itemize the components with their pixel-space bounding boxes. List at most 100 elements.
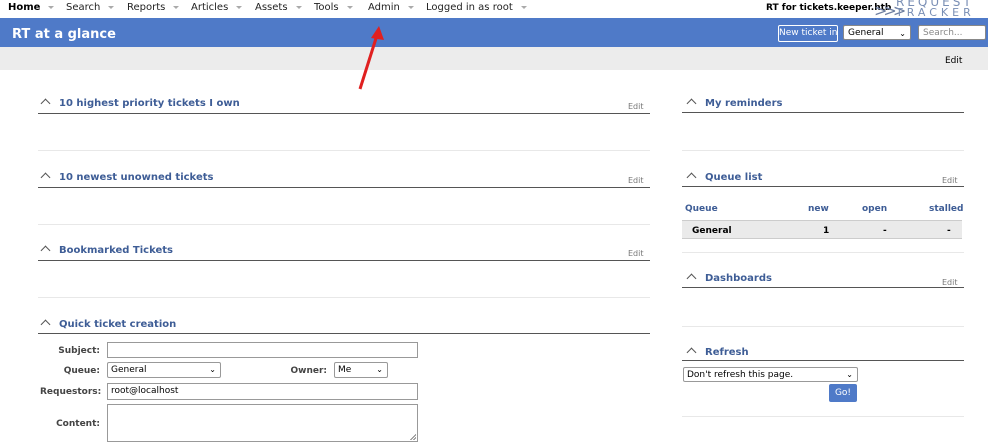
- section-bottom-divider: [682, 416, 964, 417]
- queue-open-cell[interactable]: -: [883, 226, 887, 236]
- page-title: RT at a glance: [12, 27, 116, 42]
- queue-list-header-open[interactable]: open: [862, 204, 887, 214]
- refresh-select-value: Don't refresh this page.: [687, 370, 794, 380]
- menu-articles[interactable]: Articles: [191, 2, 243, 13]
- queue-select[interactable]: General ⌄: [107, 362, 221, 378]
- section-bottom-divider: [38, 150, 650, 151]
- refresh-go-button[interactable]: Go!: [829, 384, 857, 402]
- site-label: RT for tickets.keeper.htb: [766, 3, 892, 13]
- chevron-down-icon: [407, 5, 414, 9]
- queue-list-header-queue[interactable]: Queue: [685, 204, 718, 214]
- collapse-icon: [686, 98, 697, 109]
- queue-stalled-cell[interactable]: -: [947, 226, 951, 236]
- section-queue-list[interactable]: Queue list: [686, 172, 762, 183]
- chevron-down-icon: [236, 5, 243, 9]
- section-divider: [38, 260, 650, 261]
- menu-tools-label: Tools: [314, 2, 339, 13]
- section-bookmarked-edit[interactable]: Edit: [628, 249, 644, 258]
- requestors-input[interactable]: root@localhost: [107, 383, 418, 400]
- section-divider: [38, 187, 650, 188]
- section-divider: [38, 333, 650, 334]
- section-quick-create-title: Quick ticket creation: [59, 319, 177, 330]
- chevron-down-icon: [48, 5, 55, 9]
- table-row[interactable]: General 1 - -: [682, 220, 962, 239]
- page-menu-bar: Edit: [0, 47, 988, 70]
- collapse-icon: [686, 347, 697, 358]
- section-bookmarked-tickets[interactable]: Bookmarked Tickets: [40, 245, 173, 256]
- menu-assets-label: Assets: [255, 2, 288, 13]
- collapse-icon: [40, 245, 51, 256]
- section-reminders-title: My reminders: [705, 98, 783, 109]
- owner-select[interactable]: Me ⌄: [334, 362, 388, 378]
- refresh-interval-select[interactable]: Don't refresh this page. ⌄: [683, 367, 858, 382]
- menu-admin-label: Admin: [368, 2, 400, 13]
- section-priority-tickets[interactable]: 10 highest priority tickets I own: [40, 98, 240, 109]
- chevron-down-icon: [173, 5, 180, 9]
- queue-list-header-stalled[interactable]: stalled: [929, 204, 963, 214]
- queue-list-header-new[interactable]: new: [808, 204, 829, 214]
- section-bottom-divider: [682, 326, 964, 327]
- section-unowned-edit[interactable]: Edit: [628, 176, 644, 185]
- menu-assets[interactable]: Assets: [255, 2, 302, 13]
- menu-tools[interactable]: Tools: [314, 2, 353, 13]
- section-my-reminders[interactable]: My reminders: [686, 98, 782, 109]
- section-bottom-divider: [38, 297, 650, 298]
- top-menu: Home Search Reports Articles Assets Tool…: [0, 0, 988, 20]
- chevron-down-icon: ⌄: [899, 29, 906, 38]
- section-divider: [682, 360, 964, 361]
- section-bottom-divider: [38, 224, 650, 225]
- section-bookmarked-title: Bookmarked Tickets: [59, 245, 173, 256]
- new-ticket-queue-select[interactable]: General ⌄: [843, 25, 911, 40]
- search-input[interactable]: Search...: [918, 25, 986, 40]
- section-divider: [38, 113, 650, 114]
- annotation-arrow-icon: [358, 26, 384, 90]
- rt-logo[interactable]: >>> REQUEST TRACKER: [874, 0, 984, 20]
- owner-select-value: Me: [338, 365, 352, 375]
- chevron-down-icon: ⌄: [209, 365, 216, 374]
- section-unowned-tickets[interactable]: 10 newest unowned tickets: [40, 172, 213, 183]
- queue-name-cell[interactable]: General: [692, 226, 732, 236]
- collapse-icon: [686, 172, 697, 183]
- menu-reports[interactable]: Reports: [127, 2, 180, 13]
- subject-label: Subject:: [58, 346, 100, 356]
- chevron-down-icon: ⌄: [376, 365, 383, 374]
- menu-admin[interactable]: Admin: [368, 2, 414, 13]
- content-textarea[interactable]: [107, 404, 418, 442]
- chevron-down-icon: [346, 5, 353, 9]
- chevron-down-icon: [295, 5, 302, 9]
- chevron-down-icon: ⌄: [846, 370, 853, 379]
- section-quick-ticket-creation[interactable]: Quick ticket creation: [40, 319, 176, 330]
- menu-home-label: Home: [8, 2, 41, 13]
- menu-logged-in[interactable]: Logged in as root: [426, 2, 527, 13]
- chevron-down-icon: [108, 5, 115, 9]
- collapse-icon: [686, 273, 697, 284]
- section-queue-list-edit[interactable]: Edit: [942, 176, 958, 185]
- collapse-icon: [40, 98, 51, 109]
- section-priority-title: 10 highest priority tickets I own: [59, 98, 240, 109]
- requestors-label: Requestors:: [40, 387, 102, 397]
- content-label: Content:: [56, 419, 100, 429]
- queue-new-cell[interactable]: 1: [823, 226, 829, 236]
- menu-logged-in-label: Logged in as root: [426, 2, 513, 13]
- subject-input[interactable]: [107, 342, 418, 358]
- section-dashboards[interactable]: Dashboards: [686, 273, 772, 284]
- chevron-down-icon: [520, 5, 527, 9]
- page-header: RT at a glance New ticket in General ⌄ Se…: [0, 18, 988, 47]
- section-unowned-title: 10 newest unowned tickets: [59, 172, 214, 183]
- section-queue-list-title: Queue list: [705, 172, 763, 183]
- section-divider: [682, 186, 964, 187]
- section-dashboards-edit[interactable]: Edit: [942, 278, 958, 287]
- section-divider: [682, 287, 964, 288]
- new-ticket-button[interactable]: New ticket in: [778, 25, 838, 42]
- owner-label: Owner:: [290, 366, 327, 376]
- resize-grip-icon[interactable]: [410, 434, 416, 440]
- menu-search[interactable]: Search: [66, 2, 115, 13]
- collapse-icon: [40, 319, 51, 330]
- edit-page-link[interactable]: Edit: [945, 56, 962, 66]
- section-priority-edit[interactable]: Edit: [628, 102, 644, 111]
- section-refresh[interactable]: Refresh: [686, 347, 749, 358]
- queue-select-value: General: [848, 28, 884, 38]
- section-bottom-divider: [682, 252, 964, 253]
- section-dashboards-title: Dashboards: [705, 273, 772, 284]
- menu-home[interactable]: Home: [8, 2, 55, 13]
